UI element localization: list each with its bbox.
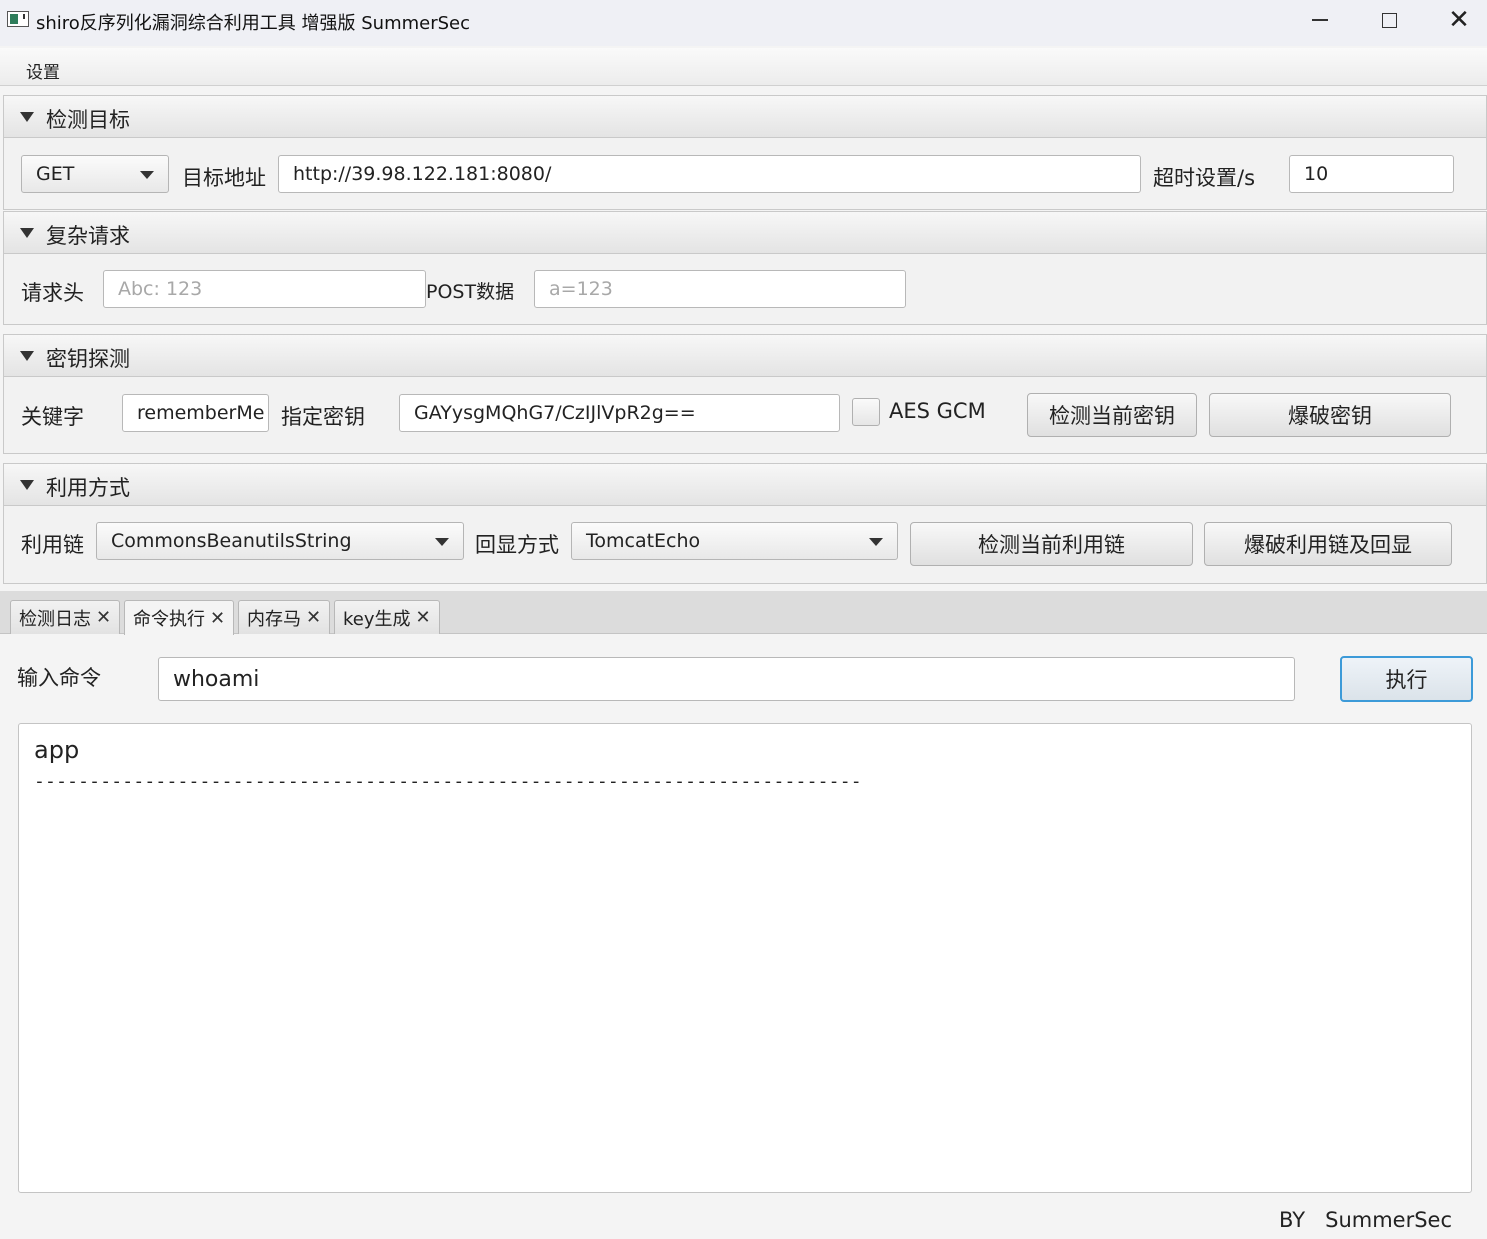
chain-select[interactable]: CommonsBeanutilsString xyxy=(96,522,464,560)
tab-memshell[interactable]: 内存马 ✕ xyxy=(238,600,331,634)
timeout-input[interactable]: 10 xyxy=(1289,155,1454,193)
echo-select[interactable]: TomcatEcho xyxy=(571,522,898,560)
post-input[interactable]: a=123 xyxy=(534,270,906,308)
tab-label: 检测日志 xyxy=(19,608,91,630)
aes-gcm-label: AES GCM xyxy=(889,399,986,423)
echo-value: TomcatEcho xyxy=(586,530,701,552)
header-label: 请求头 xyxy=(21,281,84,305)
command-input[interactable]: whoami xyxy=(158,657,1295,701)
command-label: 输入命令 xyxy=(17,666,101,690)
chevron-down-icon xyxy=(140,171,154,179)
footer-credit: BY SummerSec xyxy=(1279,1208,1453,1232)
chevron-down-icon xyxy=(869,538,883,546)
key-section-header[interactable]: 密钥探测 xyxy=(4,335,1486,377)
timeout-label: 超时设置/s xyxy=(1153,166,1256,190)
method-value: GET xyxy=(36,163,75,185)
post-label: POST数据 xyxy=(426,281,515,303)
close-icon: ✕ xyxy=(1448,5,1470,35)
exploit-section-header[interactable]: 利用方式 xyxy=(4,464,1486,506)
tab-detect-log[interactable]: 检测日志 ✕ xyxy=(10,600,121,634)
close-button[interactable]: ✕ xyxy=(1426,0,1487,40)
brute-key-button[interactable]: 爆破密钥 xyxy=(1209,393,1451,437)
keyword-input[interactable]: rememberMe xyxy=(122,394,269,432)
minimize-icon xyxy=(1312,19,1328,21)
output-separator: ----------------------------------------… xyxy=(34,771,862,792)
collapse-arrow-icon xyxy=(20,228,34,238)
aes-gcm-checkbox[interactable] xyxy=(852,398,880,426)
tab-label: 命令执行 xyxy=(133,609,205,630)
tab-label: key生成 xyxy=(343,608,411,630)
menu-settings[interactable]: 设置 xyxy=(18,56,68,85)
tab-label: 内存马 xyxy=(247,608,301,630)
chain-label: 利用链 xyxy=(21,533,84,557)
target-section-title: 检测目标 xyxy=(46,108,130,132)
complex-section-header[interactable]: 复杂请求 xyxy=(4,212,1486,254)
collapse-arrow-icon xyxy=(20,480,34,490)
close-icon[interactable]: ✕ xyxy=(210,608,225,629)
detect-key-button[interactable]: 检测当前密钥 xyxy=(1027,393,1197,437)
header-input[interactable]: Abc: 123 xyxy=(103,270,426,308)
keyword-label: 关键字 xyxy=(21,405,84,429)
maximize-icon xyxy=(1381,12,1397,28)
method-select[interactable]: GET xyxy=(21,155,169,193)
maximize-button[interactable] xyxy=(1356,0,1422,40)
chevron-down-icon xyxy=(435,538,449,546)
menu-bar: 设置 xyxy=(0,48,1487,86)
target-section: 检测目标 GET 目标地址 http://39.98.122.181:8080/… xyxy=(3,95,1487,210)
window-title: shiro反序列化漏洞综合利用工具 增强版 SummerSec xyxy=(36,13,471,34)
detect-chain-button[interactable]: 检测当前利用链 xyxy=(910,522,1193,566)
command-output[interactable]: app -------------------------------------… xyxy=(18,723,1472,1193)
minimize-button[interactable] xyxy=(1287,0,1353,40)
echo-label: 回显方式 xyxy=(475,533,559,557)
url-input[interactable]: http://39.98.122.181:8080/ xyxy=(278,155,1141,193)
title-bar: shiro反序列化漏洞综合利用工具 增强版 SummerSec ✕ xyxy=(0,0,1487,46)
tab-command-exec[interactable]: 命令执行 ✕ xyxy=(124,600,235,635)
target-section-header[interactable]: 检测目标 xyxy=(4,96,1486,138)
exploit-section-title: 利用方式 xyxy=(46,476,130,500)
brute-chain-button[interactable]: 爆破利用链及回显 xyxy=(1204,522,1452,566)
close-icon[interactable]: ✕ xyxy=(306,607,321,628)
key-section-title: 密钥探测 xyxy=(46,347,130,371)
specify-key-input[interactable]: GAYysgMQhG7/CzIJlVpR2g== xyxy=(399,394,840,432)
exploit-section: 利用方式 利用链 CommonsBeanutilsString 回显方式 Tom… xyxy=(3,463,1487,584)
close-icon[interactable]: ✕ xyxy=(416,607,431,628)
url-label: 目标地址 xyxy=(182,166,266,190)
output-line: app xyxy=(34,736,80,764)
collapse-arrow-icon xyxy=(20,112,34,122)
tab-key-gen[interactable]: key生成 ✕ xyxy=(334,600,440,634)
complex-section-title: 复杂请求 xyxy=(46,224,130,248)
key-section: 密钥探测 关键字 rememberMe 指定密钥 GAYysgMQhG7/CzI… xyxy=(3,334,1487,454)
complex-section: 复杂请求 请求头 Abc: 123 POST数据 a=123 xyxy=(3,211,1487,325)
app-icon xyxy=(7,11,29,27)
specify-key-label: 指定密钥 xyxy=(281,405,365,429)
collapse-arrow-icon xyxy=(20,351,34,361)
chain-value: CommonsBeanutilsString xyxy=(111,530,352,552)
close-icon[interactable]: ✕ xyxy=(96,607,111,628)
execute-button[interactable]: 执行 xyxy=(1340,656,1473,702)
tab-strip: 检测日志 ✕ 命令执行 ✕ 内存马 ✕ key生成 ✕ xyxy=(0,591,1487,635)
